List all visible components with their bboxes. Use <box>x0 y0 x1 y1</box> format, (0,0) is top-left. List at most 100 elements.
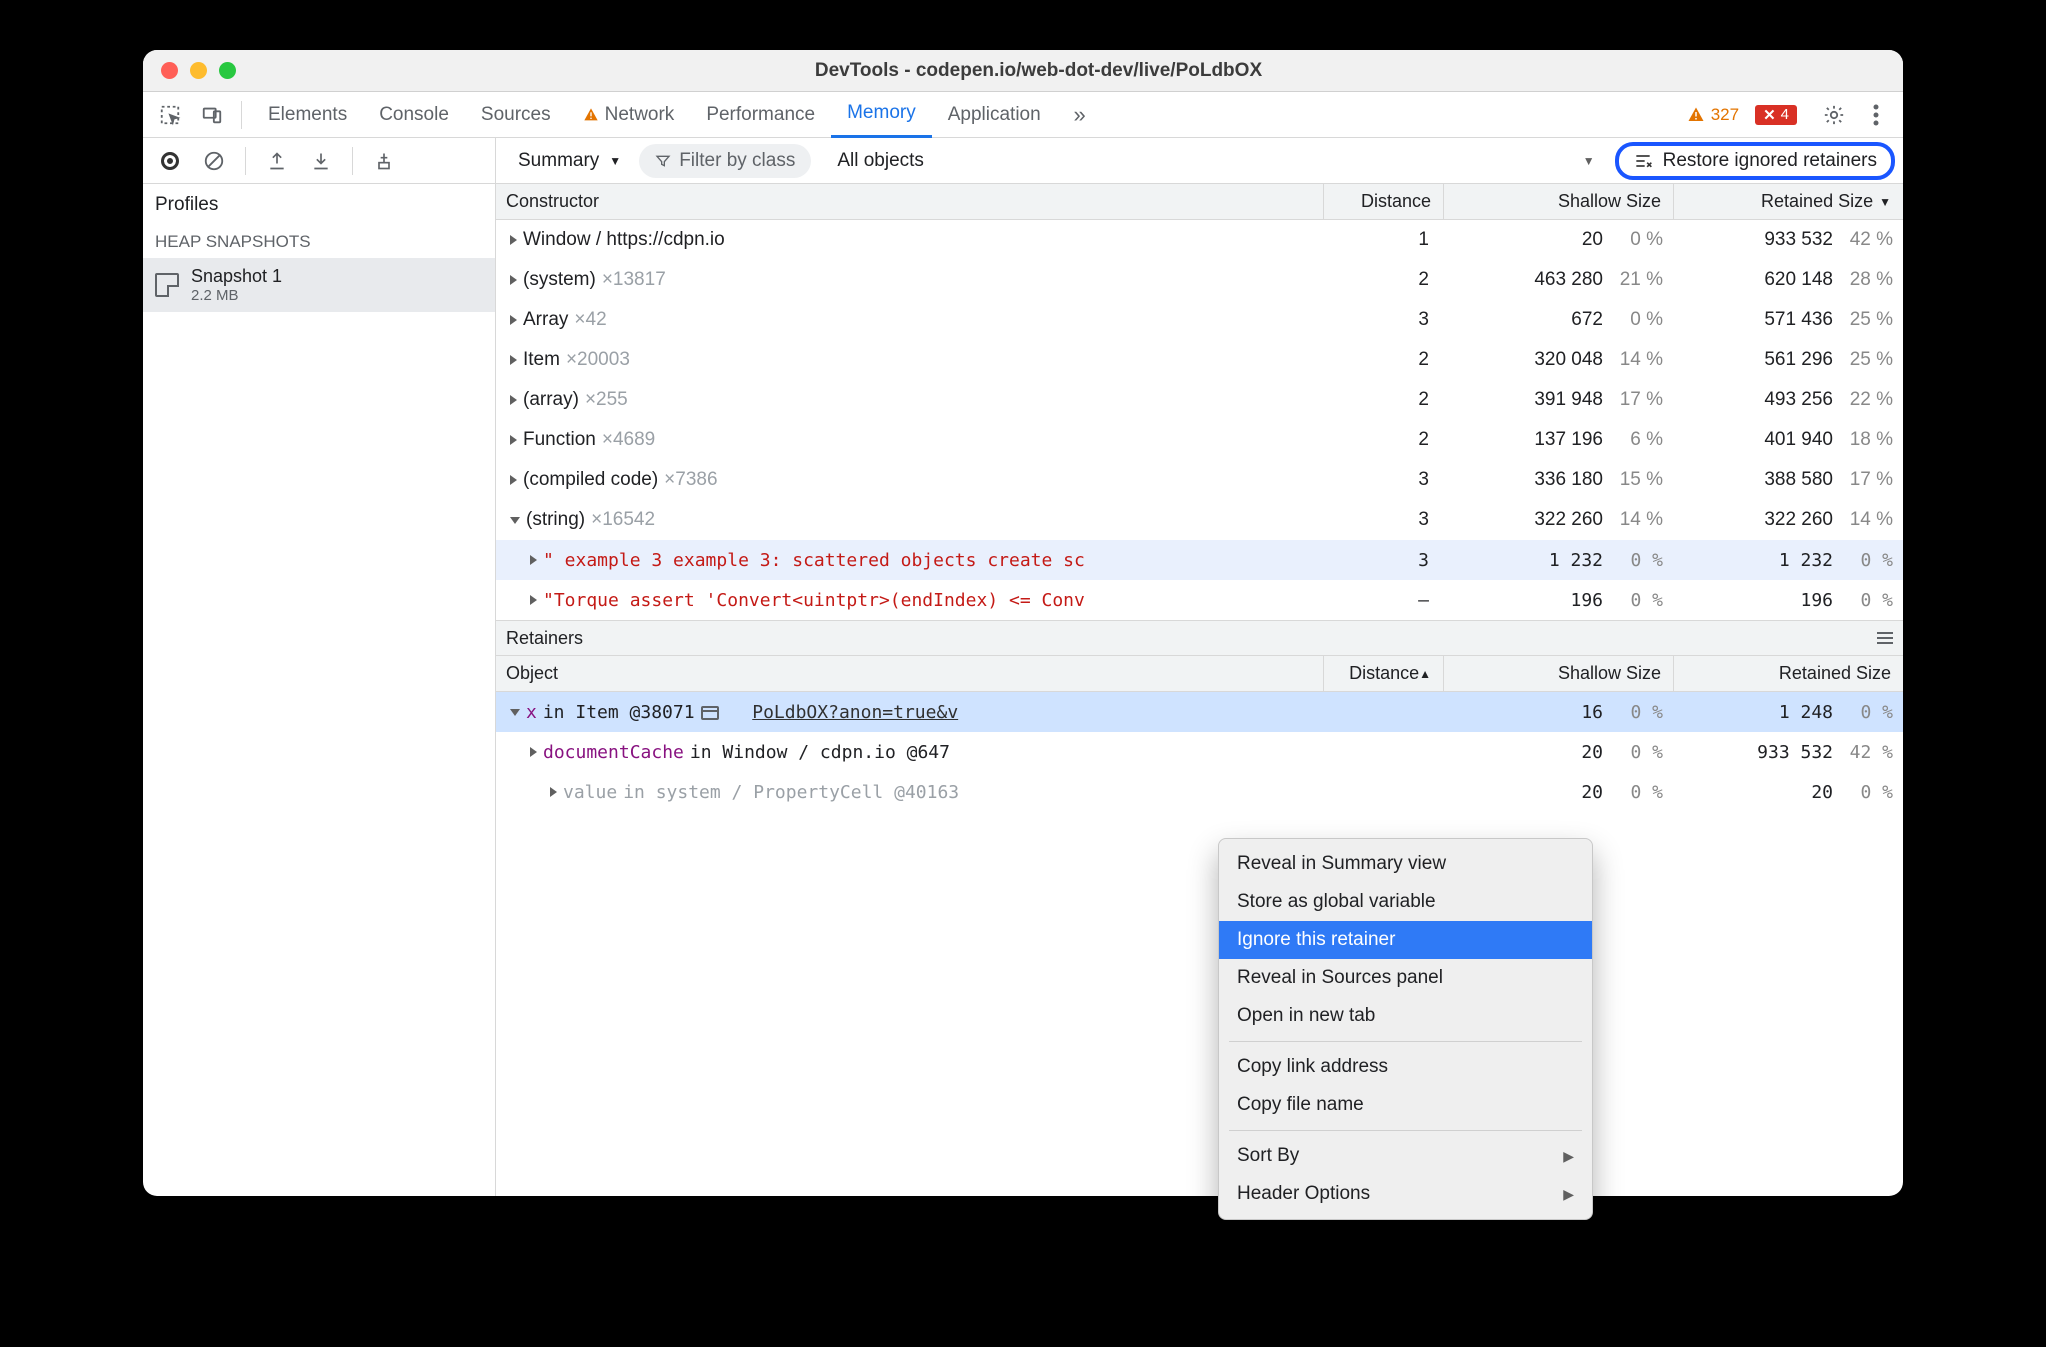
memory-toolbar: Summary ▼ Filter by class All objects ▼ … <box>143 138 1903 184</box>
titlebar: DevTools - codepen.io/web-dot-dev/live/P… <box>143 50 1903 92</box>
expand-icon[interactable] <box>510 355 517 365</box>
menu-separator <box>1229 1041 1582 1042</box>
sort-asc-icon: ▲ <box>1419 667 1431 681</box>
profiles-sidebar: Profiles HEAP SNAPSHOTS Snapshot 1 2.2 M… <box>143 184 496 1196</box>
tab-network[interactable]: Network <box>567 92 691 138</box>
expand-icon[interactable] <box>510 475 517 485</box>
snapshot-name: Snapshot 1 <box>191 266 282 287</box>
ctx-ignore-this-retainer[interactable]: Ignore this retainer <box>1219 921 1592 959</box>
expand-icon[interactable] <box>510 435 517 445</box>
objects-filter-dropdown[interactable]: All objects <box>827 150 934 172</box>
ctx-reveal-in-summary-view[interactable]: Reveal in Summary view <box>1219 845 1592 883</box>
window-icon <box>701 706 719 720</box>
ctx-header-options[interactable]: Header Options▶ <box>1219 1175 1592 1213</box>
retainer-row[interactable]: x in Item @38071 PoLdbOX?anon=true&v160 … <box>496 692 1903 732</box>
maximize-window-button[interactable] <box>219 62 236 79</box>
constructor-row[interactable]: Item ×200032320 04814 %561 29625 % <box>496 340 1903 380</box>
ctx-copy-file-name[interactable]: Copy file name <box>1219 1086 1592 1124</box>
expand-icon[interactable] <box>510 275 517 285</box>
window-title: DevTools - codepen.io/web-dot-dev/live/P… <box>254 60 1903 82</box>
retainer-row[interactable]: value in system / PropertyCell @40163200… <box>496 772 1903 812</box>
col-retained-ret[interactable]: Retained Size <box>1673 656 1903 691</box>
tab-memory[interactable]: Memory <box>831 92 932 138</box>
warnings-indicator[interactable]: 327 <box>1687 105 1739 125</box>
menu-separator <box>1229 1130 1582 1131</box>
tab-console[interactable]: Console <box>363 92 465 138</box>
import-icon[interactable] <box>302 142 340 180</box>
constructor-row[interactable]: (system) ×138172463 28021 %620 14828 % <box>496 260 1903 300</box>
filter-placeholder: Filter by class <box>679 150 795 172</box>
col-retained[interactable]: Retained Size ▼ <box>1673 184 1903 219</box>
ctx-open-in-new-tab[interactable]: Open in new tab <box>1219 997 1592 1035</box>
clear-button[interactable] <box>195 142 233 180</box>
traffic-lights <box>143 62 254 79</box>
main-area: Profiles HEAP SNAPSHOTS Snapshot 1 2.2 M… <box>143 184 1903 1196</box>
col-distance[interactable]: Distance <box>1323 184 1443 219</box>
constructor-header-row: Constructor Distance Shallow Size Retain… <box>496 184 1903 220</box>
constructor-row[interactable]: Window / https://cdpn.io1200 %933 53242 … <box>496 220 1903 260</box>
view-mode-dropdown[interactable]: Summary ▼ <box>508 150 631 172</box>
constructor-row[interactable]: Function ×46892137 1966 %401 94018 % <box>496 420 1903 460</box>
warnings-count: 327 <box>1711 105 1739 125</box>
col-shallow-ret[interactable]: Shallow Size <box>1443 656 1673 691</box>
tab-sources[interactable]: Sources <box>465 92 567 138</box>
main-tabs: ElementsConsoleSourcesNetworkPerformance… <box>143 92 1903 138</box>
more-tabs-button[interactable]: » <box>1061 96 1099 134</box>
col-constructor[interactable]: Constructor <box>496 191 1323 212</box>
tab-elements[interactable]: Elements <box>252 92 363 138</box>
errors-count: 4 <box>1781 106 1789 123</box>
col-shallow[interactable]: Shallow Size <box>1443 184 1673 219</box>
expand-icon[interactable] <box>510 315 517 325</box>
filter-input[interactable]: Filter by class <box>639 144 811 178</box>
retainers-section-header: Retainers <box>496 620 1903 656</box>
retainers-header-row: Object Distance▲ Shallow Size Retained S… <box>496 656 1903 692</box>
retainers-menu-icon[interactable] <box>1877 629 1893 650</box>
ctx-reveal-in-sources-panel[interactable]: Reveal in Sources panel <box>1219 959 1592 997</box>
devtools-window: DevTools - codepen.io/web-dot-dev/live/P… <box>143 50 1903 1196</box>
minimize-window-button[interactable] <box>190 62 207 79</box>
profiles-label: Profiles <box>143 184 495 226</box>
snapshot-item[interactable]: Snapshot 1 2.2 MB <box>143 258 495 312</box>
expand-icon[interactable] <box>510 517 520 524</box>
constructor-row[interactable]: (compiled code) ×73863336 18015 %388 580… <box>496 460 1903 500</box>
expand-icon[interactable] <box>510 235 517 245</box>
expand-icon[interactable] <box>510 395 517 405</box>
expand-icon[interactable] <box>530 595 537 605</box>
device-toggle-icon[interactable] <box>193 96 231 134</box>
kebab-menu-icon[interactable] <box>1857 96 1895 134</box>
separator <box>241 101 242 129</box>
restore-ignored-retainers-button[interactable]: Restore ignored retainers <box>1615 142 1895 180</box>
sort-desc-icon: ▼ <box>1879 195 1891 209</box>
submenu-arrow-icon: ▶ <box>1563 1186 1574 1203</box>
tab-performance[interactable]: Performance <box>690 92 831 138</box>
settings-icon[interactable] <box>1815 96 1853 134</box>
col-distance-ret[interactable]: Distance▲ <box>1323 656 1443 691</box>
retainer-row[interactable]: documentCache in Window / cdpn.io @64720… <box>496 732 1903 772</box>
constructor-row[interactable]: (array) ×2552391 94817 %493 25622 % <box>496 380 1903 420</box>
heap-section-label: HEAP SNAPSHOTS <box>143 226 495 258</box>
context-menu: Reveal in Summary viewStore as global va… <box>1218 838 1593 1220</box>
content-area: Constructor Distance Shallow Size Retain… <box>496 184 1903 1196</box>
inspect-element-icon[interactable] <box>151 96 189 134</box>
string-row[interactable]: " example 3 example 3: scattered objects… <box>496 540 1903 580</box>
ctx-store-as-global-variable[interactable]: Store as global variable <box>1219 883 1592 921</box>
expand-icon[interactable] <box>510 709 520 716</box>
expand-icon[interactable] <box>530 747 537 757</box>
tab-application[interactable]: Application <box>932 92 1057 138</box>
errors-indicator[interactable]: ✕ 4 <box>1755 105 1797 125</box>
expand-icon[interactable] <box>530 555 537 565</box>
ctx-copy-link-address[interactable]: Copy link address <box>1219 1048 1592 1086</box>
constructor-row[interactable]: (string) ×165423322 26014 %322 26014 % <box>496 500 1903 540</box>
snapshot-size: 2.2 MB <box>191 287 282 304</box>
ctx-sort-by[interactable]: Sort By▶ <box>1219 1137 1592 1175</box>
expand-icon[interactable] <box>550 787 557 797</box>
close-window-button[interactable] <box>161 62 178 79</box>
snapshot-icon <box>155 273 179 297</box>
submenu-arrow-icon: ▶ <box>1563 1148 1574 1165</box>
collect-garbage-icon[interactable] <box>365 142 403 180</box>
record-button[interactable] <box>151 142 189 180</box>
constructor-row[interactable]: Array ×4236720 %571 43625 % <box>496 300 1903 340</box>
string-row[interactable]: "Torque assert 'Convert<uintptr>(endInde… <box>496 580 1903 620</box>
export-icon[interactable] <box>258 142 296 180</box>
col-object[interactable]: Object <box>496 663 1323 684</box>
